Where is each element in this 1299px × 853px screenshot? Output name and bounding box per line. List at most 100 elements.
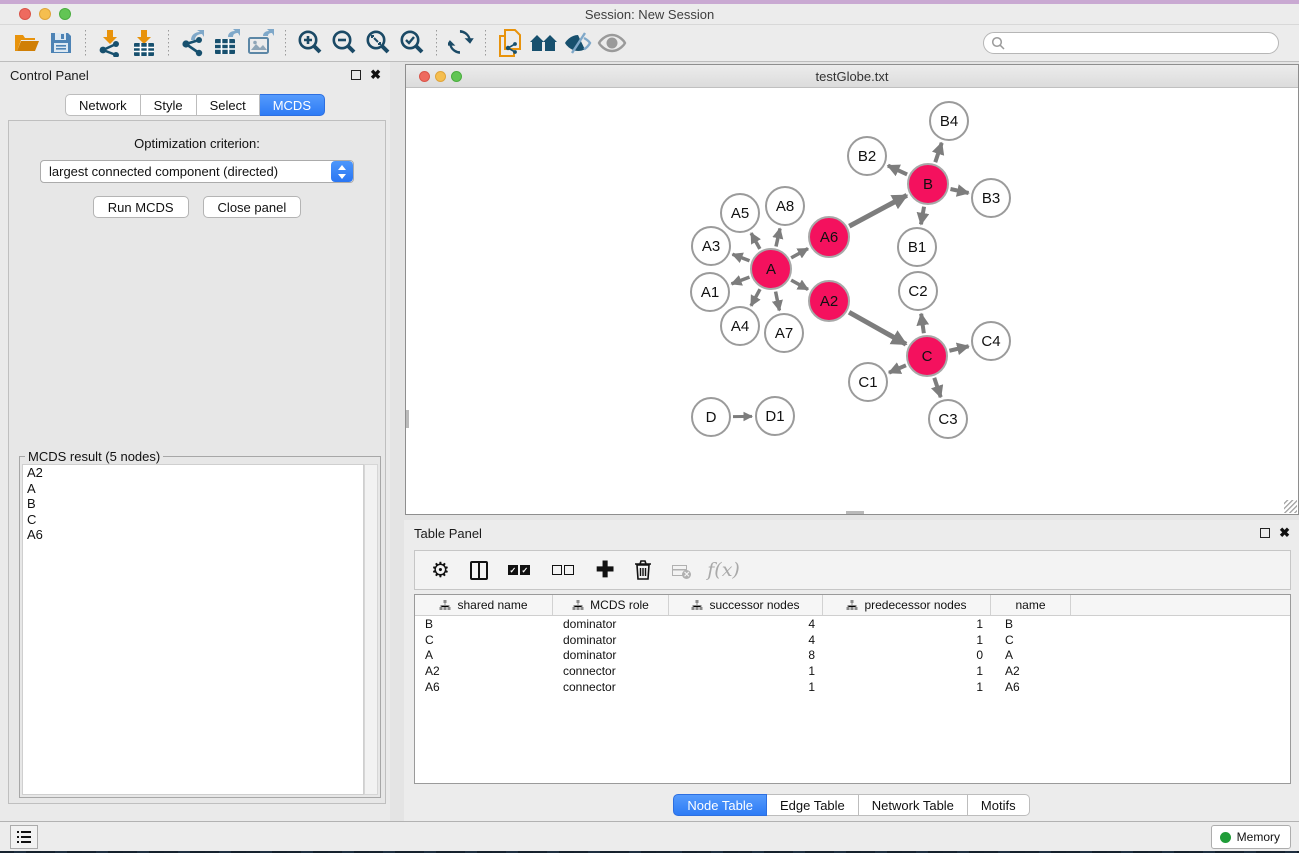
graph-edge-C-C4[interactable] [949,346,968,351]
run-mcds-button[interactable]: Run MCDS [93,196,189,218]
graph-node-B3[interactable]: B3 [971,178,1011,218]
show-all-icon[interactable] [595,28,629,58]
vertical-scrollbar-stub[interactable] [406,410,409,428]
graph-edge-B-B2[interactable] [888,166,907,175]
create-column-icon[interactable]: ✚ [596,556,614,584]
zoom-out-icon[interactable] [327,28,361,58]
export-network-icon[interactable] [176,28,210,58]
graph-edge-A-A2[interactable] [791,280,808,289]
deselect-all-rows-icon[interactable] [552,556,576,584]
graph-edge-A-A8[interactable] [776,228,780,246]
float-table-panel-icon[interactable] [1260,528,1270,538]
close-panel-button[interactable]: Close panel [203,196,302,218]
graph-node-A5[interactable]: A5 [720,193,760,233]
delete-table-icon[interactable]: ✕ [672,556,687,584]
function-builder-icon[interactable]: f(x) [707,556,740,584]
graph-node-A6[interactable]: A6 [808,216,850,258]
column-header-name[interactable]: name [991,595,1071,615]
tab-mcds[interactable]: MCDS [260,94,325,116]
table-row[interactable]: A2connector11A2 [415,663,1290,679]
graph-node-A1[interactable]: A1 [690,272,730,312]
select-all-rows-icon[interactable]: ✓✓ [508,556,532,584]
window-resize-grip[interactable] [1284,500,1297,513]
tab-select[interactable]: Select [197,94,260,116]
graph-node-A[interactable]: A [750,248,792,290]
mcds-result-item[interactable]: C [23,512,363,528]
graph-edge-C-C3[interactable] [934,378,940,397]
criterion-dropdown[interactable]: largest connected component (directed) [40,160,354,183]
import-table-icon[interactable] [127,28,161,58]
table-row[interactable]: Cdominator41C [415,632,1290,648]
tab-edge-table[interactable]: Edge Table [767,794,859,816]
graph-edge-C-C2[interactable] [921,314,924,333]
graph-node-D[interactable]: D [691,397,731,437]
graph-edge-A-A7[interactable] [776,292,780,311]
export-image-icon[interactable] [244,28,278,58]
log-console-button[interactable] [10,825,38,849]
column-header-successor-nodes[interactable]: successor nodes [669,595,823,615]
graph-node-C3[interactable]: C3 [928,399,968,439]
tab-network-table[interactable]: Network Table [859,794,968,816]
graph-edge-A-A4[interactable] [751,289,760,306]
graph-node-A4[interactable]: A4 [720,306,760,346]
table-row[interactable]: Bdominator41B [415,616,1290,632]
network-canvas[interactable]: B4 B2 B B3 A8A5 A6 A3 B1 A C2 A1 A2 A4A7 C4 C C1 D D1 C3 [406,88,1298,514]
graph-edge-A-A5[interactable] [751,233,760,249]
open-session-icon[interactable] [10,28,44,58]
graph-edge-A-A6[interactable] [791,249,808,258]
delete-columns-icon[interactable] [634,556,652,584]
apply-layout-icon[interactable] [444,28,478,58]
mcds-result-item[interactable]: A6 [23,527,363,543]
column-header-mcds-role[interactable]: MCDS role [553,595,669,615]
graph-edge-B-B1[interactable] [921,207,924,225]
import-network-icon[interactable] [93,28,127,58]
tab-node-table[interactable]: Node Table [673,794,767,816]
result-list-scrollbar[interactable] [364,464,378,795]
close-table-panel-icon[interactable]: ✖ [1279,528,1290,538]
column-header-predecessor-nodes[interactable]: predecessor nodes [823,595,991,615]
close-panel-icon[interactable]: ✖ [370,70,381,80]
graph-edge-C-C1[interactable] [889,365,906,372]
tab-network[interactable]: Network [65,94,141,116]
tab-style[interactable]: Style [141,94,197,116]
clone-network-icon[interactable] [493,28,527,58]
memory-button[interactable]: Memory [1211,825,1291,849]
graph-node-C2[interactable]: C2 [898,271,938,311]
graph-node-A8[interactable]: A8 [765,186,805,226]
zoom-fit-icon[interactable] [361,28,395,58]
graph-edge-A6-B[interactable] [849,195,907,226]
table-settings-icon[interactable]: ⚙ [431,556,450,584]
graph-edge-B-B4[interactable] [935,143,941,162]
mcds-result-item[interactable]: A2 [23,465,363,481]
search-input[interactable] [1005,36,1278,50]
mcds-result-item[interactable]: B [23,496,363,512]
zoom-in-icon[interactable] [293,28,327,58]
graph-node-B1[interactable]: B1 [897,227,937,267]
search-field[interactable] [983,32,1279,54]
graph-node-B2[interactable]: B2 [847,136,887,176]
column-header-shared-name[interactable]: shared name [415,595,553,615]
graph-node-C1[interactable]: C1 [848,362,888,402]
first-neighbors-icon[interactable] [527,28,561,58]
graph-edge-B-B3[interactable] [950,189,968,193]
save-session-icon[interactable] [44,28,78,58]
graph-edge-A-A3[interactable] [732,254,749,261]
table-row[interactable]: A6connector11A6 [415,679,1290,695]
graph-edge-A2-C[interactable] [849,312,906,344]
graph-node-A3[interactable]: A3 [691,226,731,266]
mcds-result-item[interactable]: A [23,481,363,497]
graph-node-B[interactable]: B [907,163,949,205]
graph-node-D1[interactable]: D1 [755,396,795,436]
column-selector-icon[interactable] [470,556,488,584]
graph-node-C4[interactable]: C4 [971,321,1011,361]
zoom-selected-icon[interactable] [395,28,429,58]
graph-node-A2[interactable]: A2 [808,280,850,322]
graph-node-C[interactable]: C [906,335,948,377]
graph-node-B4[interactable]: B4 [929,101,969,141]
tab-motifs[interactable]: Motifs [968,794,1030,816]
hide-selected-icon[interactable] [561,28,595,58]
float-panel-icon[interactable] [351,70,361,80]
table-row[interactable]: Adominator80A [415,648,1290,664]
graph-node-A7[interactable]: A7 [764,313,804,353]
horizontal-scrollbar-stub[interactable] [846,511,864,514]
